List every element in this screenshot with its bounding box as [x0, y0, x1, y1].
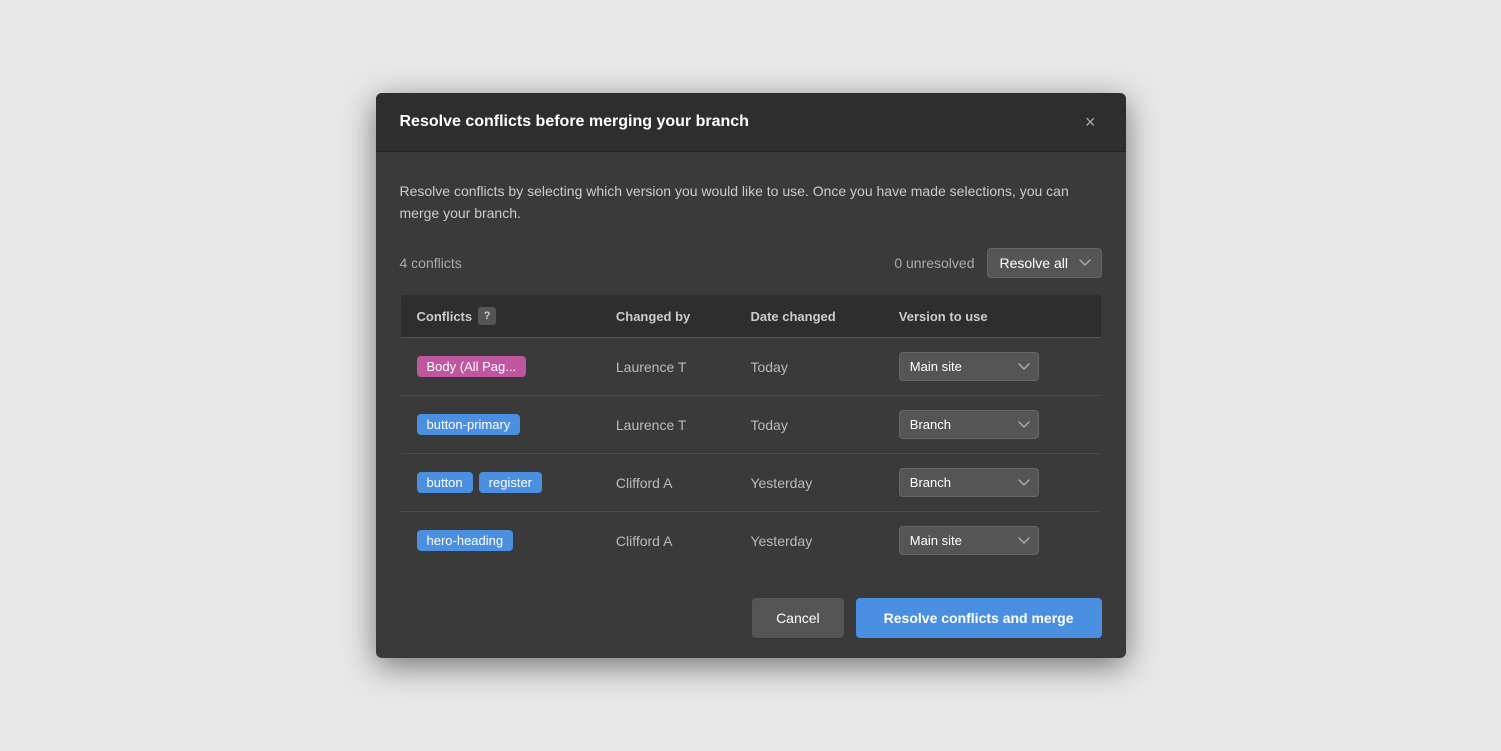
- th-changed-by: Changed by: [600, 295, 735, 338]
- conflict-tags-cell: Body (All Pag...: [400, 338, 600, 396]
- conflict-tags-cell: button-primary: [400, 396, 600, 454]
- changed-by-cell: Laurence T: [600, 396, 735, 454]
- table-row: button register Clifford AYesterday Main si…: [400, 454, 1101, 512]
- changed-by-cell: Clifford A: [600, 454, 735, 512]
- table-row: button-primary Laurence TToday Main siteBr…: [400, 396, 1101, 454]
- resolve-all-select[interactable]: Resolve all: [987, 248, 1102, 278]
- conflict-tag: Body (All Pag...: [417, 356, 527, 377]
- modal-title: Resolve conflicts before merging your br…: [400, 113, 749, 131]
- modal-header: Resolve conflicts before merging your br…: [376, 93, 1126, 152]
- version-cell: Main siteBranch: [883, 512, 1101, 570]
- modal: Resolve conflicts before merging your br…: [376, 93, 1126, 659]
- date-changed-cell: Yesterday: [734, 512, 882, 570]
- unresolved-count: 0 unresolved: [894, 255, 974, 271]
- modal-footer: Cancel Resolve conflicts and merge: [376, 578, 1126, 658]
- version-cell: Main siteBranch: [883, 454, 1101, 512]
- table-row: Body (All Pag... Laurence TToday Main site…: [400, 338, 1101, 396]
- close-button[interactable]: ×: [1079, 111, 1102, 133]
- conflict-tag: register: [479, 472, 542, 493]
- modal-body: Resolve conflicts by selecting which ver…: [376, 152, 1126, 571]
- modal-description: Resolve conflicts by selecting which ver…: [400, 180, 1102, 225]
- date-changed-cell: Today: [734, 338, 882, 396]
- conflicts-summary: 4 conflicts 0 unresolved Resolve all: [400, 248, 1102, 278]
- th-version-to-use: Version to use: [883, 295, 1101, 338]
- conflict-tags-cell: hero-heading: [400, 512, 600, 570]
- modal-overlay: Resolve conflicts before merging your br…: [0, 93, 1501, 659]
- version-cell: Main siteBranch: [883, 396, 1101, 454]
- cancel-button[interactable]: Cancel: [752, 598, 844, 638]
- conflict-tag: button-primary: [417, 414, 521, 435]
- conflict-tag: button: [417, 472, 473, 493]
- conflicts-right: 0 unresolved Resolve all: [894, 248, 1101, 278]
- date-changed-cell: Yesterday: [734, 454, 882, 512]
- table-row: hero-heading Clifford AYesterday Main site…: [400, 512, 1101, 570]
- version-select[interactable]: Main siteBranch: [899, 468, 1039, 497]
- th-date-changed: Date changed: [734, 295, 882, 338]
- th-conflicts: Conflicts ?: [400, 295, 600, 338]
- table-header-row: Conflicts ? Changed by Date changed Vers…: [400, 295, 1101, 338]
- date-changed-cell: Today: [734, 396, 882, 454]
- conflict-tag: hero-heading: [417, 530, 514, 551]
- resolve-merge-button[interactable]: Resolve conflicts and merge: [856, 598, 1102, 638]
- changed-by-cell: Clifford A: [600, 512, 735, 570]
- version-select[interactable]: Main siteBranch: [899, 410, 1039, 439]
- version-select[interactable]: Main siteBranch: [899, 352, 1039, 381]
- version-select[interactable]: Main siteBranch: [899, 526, 1039, 555]
- conflicts-table: Conflicts ? Changed by Date changed Vers…: [400, 294, 1102, 570]
- conflict-tags-cell: button register: [400, 454, 600, 512]
- help-icon[interactable]: ?: [478, 307, 496, 325]
- conflicts-count: 4 conflicts: [400, 255, 462, 271]
- version-cell: Main siteBranch: [883, 338, 1101, 396]
- changed-by-cell: Laurence T: [600, 338, 735, 396]
